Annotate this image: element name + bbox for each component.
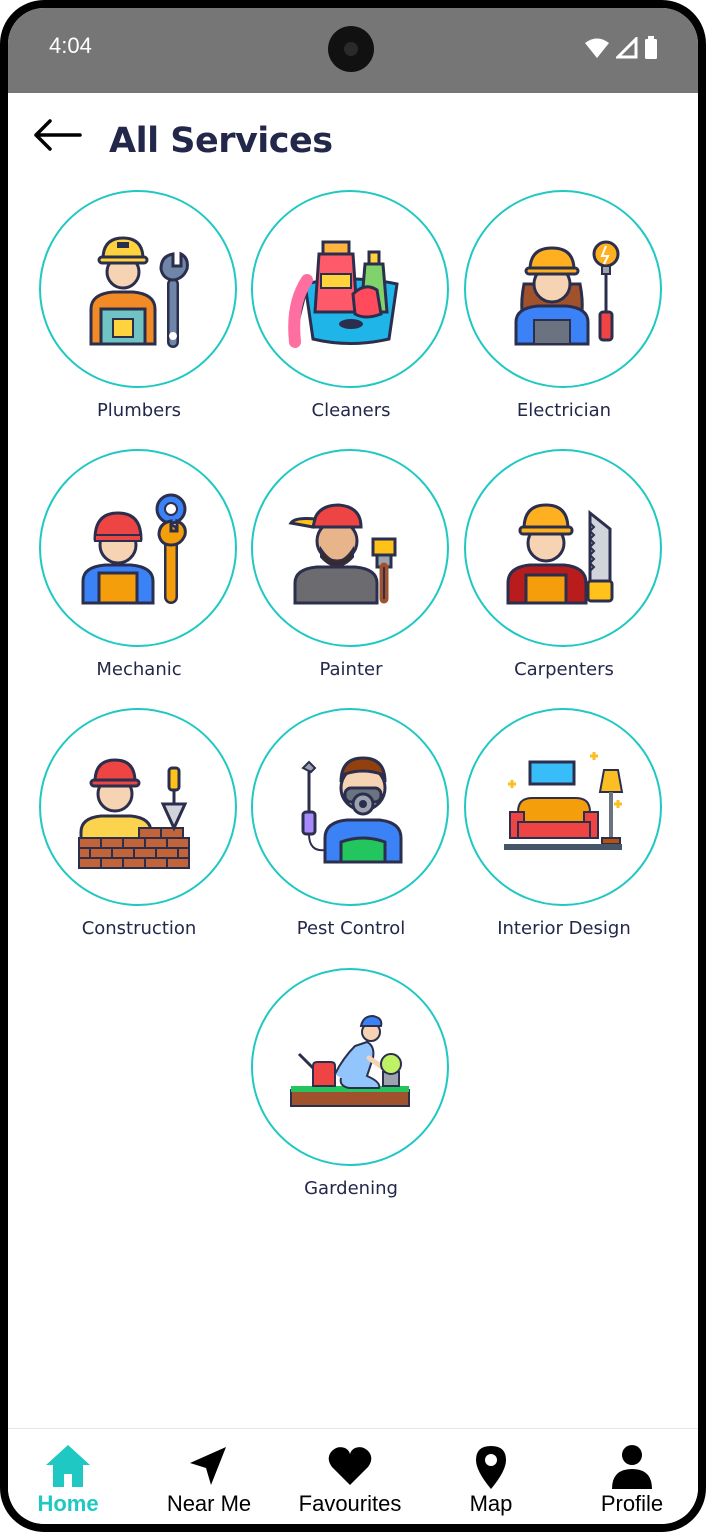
nav-profile[interactable]: Profile [567,1429,697,1524]
service-icon-circle [251,449,449,647]
nav-label: Favourites [298,1491,402,1516]
service-label: Cleaners [311,400,391,421]
service-carpenters[interactable]: Carpenters [462,449,666,689]
cleaning-supplies-icon [288,240,399,348]
pest-control-icon [301,756,403,864]
service-label: Construction [81,918,197,939]
service-electrician[interactable]: Electrician [462,190,666,430]
services-grid: Plumbers Cleaners Electrician Mechanic P… [8,8,698,1308]
service-icon-circle [251,708,449,906]
mechanic-icon [81,493,187,605]
bottom-navigation: Home Near Me Favourites Map Profile [8,1428,698,1524]
nav-near-me[interactable]: Near Me [144,1429,274,1524]
service-construction[interactable]: Construction [37,708,241,948]
gardening-icon [290,1014,410,1107]
plumber-icon [89,236,189,348]
nav-label: Profile [600,1491,664,1516]
nav-home[interactable]: Home [8,1429,133,1524]
service-icon-circle [464,708,662,906]
service-icon-circle [39,708,237,906]
service-icon-circle [39,449,237,647]
service-label: Mechanic [96,659,182,680]
service-label: Plumbers [96,400,182,421]
person-icon [612,1445,652,1489]
device-frame: 4:04 All Services Plumbers Cleaners Elec… [0,0,706,1532]
nav-label: Map [469,1491,513,1516]
navigation-arrow-icon [190,1447,226,1485]
painter-icon [288,503,397,605]
interior-design-icon [504,752,624,850]
map-pin-icon [476,1446,506,1489]
service-cleaners[interactable]: Cleaners [249,190,453,430]
electrician-icon [514,240,620,346]
service-label: Carpenters [514,659,614,680]
service-plumbers[interactable]: Plumbers [37,190,241,430]
service-label: Interior Design [497,918,631,939]
service-label: Painter [319,659,383,680]
service-label: Electrician [516,400,612,421]
service-icon-circle [39,190,237,388]
app-screen: 4:04 All Services Plumbers Cleaners Elec… [8,8,698,1524]
service-painter[interactable]: Painter [249,449,453,689]
service-gardening[interactable]: Gardening [249,968,453,1208]
service-mechanic[interactable]: Mechanic [37,449,241,689]
service-pest-control[interactable]: Pest Control [249,708,453,948]
nav-label: Home [37,1491,99,1516]
nav-map[interactable]: Map [426,1429,556,1524]
service-icon-circle [251,968,449,1166]
carpenter-icon [506,503,614,605]
service-icon-circle [464,190,662,388]
service-icon-circle [464,449,662,647]
construction-worker-icon [78,758,190,869]
home-icon [46,1445,90,1487]
heart-icon [328,1447,372,1485]
service-label: Pest Control [296,918,406,939]
service-icon-circle [251,190,449,388]
service-label: Gardening [304,1178,398,1199]
nav-favourites[interactable]: Favourites [285,1429,415,1524]
nav-label: Near Me [166,1491,252,1516]
service-interior-design[interactable]: Interior Design [462,708,666,948]
